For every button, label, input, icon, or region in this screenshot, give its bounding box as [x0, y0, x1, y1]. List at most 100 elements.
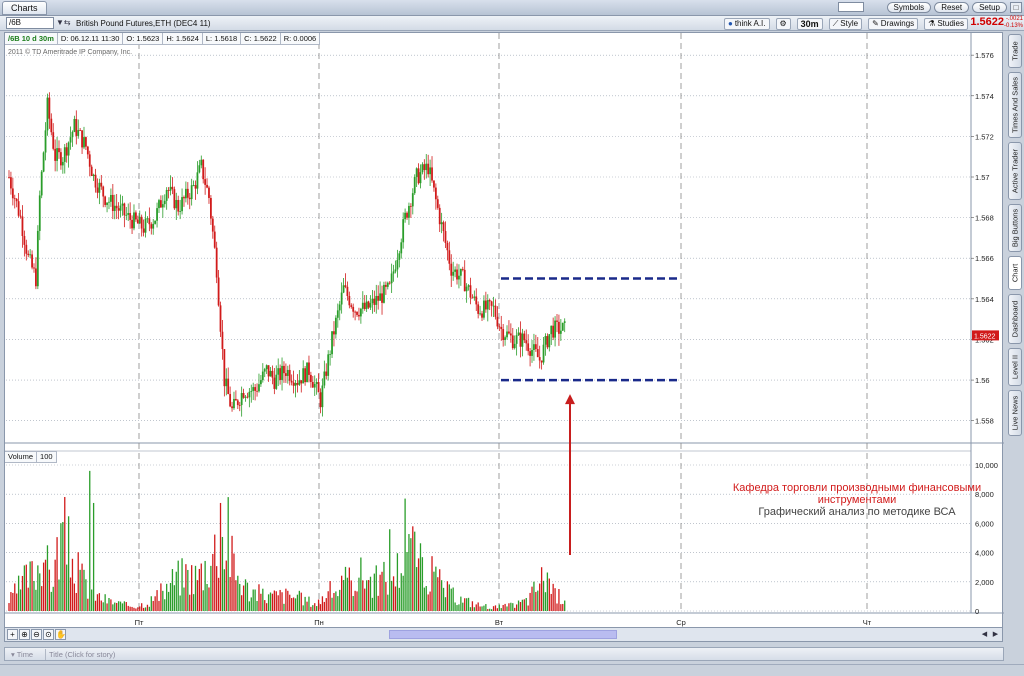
- candle-body: [229, 394, 232, 407]
- gear-icon: ⚙: [779, 19, 787, 28]
- candle-body: [456, 269, 458, 280]
- color-swatch[interactable]: [837, 2, 864, 12]
- day-label: Чт: [863, 618, 872, 627]
- sidebar-tab-times-and-sales[interactable]: Times And Sales: [1008, 72, 1022, 138]
- candle-body: [58, 148, 60, 153]
- candle-body: [563, 321, 566, 323]
- candle-body: [223, 349, 226, 387]
- candle-body: [342, 285, 345, 293]
- candle-body: [440, 222, 443, 225]
- candle-body: [534, 344, 537, 350]
- candle-body: [404, 212, 407, 220]
- candle-body: [548, 334, 551, 348]
- candle-body: [473, 296, 476, 298]
- sidebar-tab-big-buttons[interactable]: Big Buttons: [1008, 204, 1022, 252]
- sidebar-tab-chart[interactable]: Chart: [1008, 256, 1022, 290]
- sidebar-tab-live-news[interactable]: Live News: [1008, 390, 1022, 436]
- candle-body: [434, 187, 437, 200]
- candle-body: [519, 332, 522, 347]
- candle-body: [121, 203, 124, 206]
- charts-tab[interactable]: Charts: [2, 1, 47, 15]
- candle-body: [269, 370, 272, 377]
- candle-body: [306, 362, 308, 383]
- candle-body: [506, 331, 508, 338]
- volume-header: Volume 100: [5, 451, 57, 463]
- current-price-marker-label: 1.5622: [974, 333, 996, 340]
- candle-body: [352, 306, 355, 312]
- time-scrollbar-thumb[interactable]: [389, 630, 617, 639]
- candle-body: [106, 202, 108, 205]
- symbols-button[interactable]: Symbols: [886, 2, 932, 13]
- candle-body: [508, 331, 510, 334]
- candle-body: [338, 304, 341, 311]
- sidebar-tab-level-ii[interactable]: Level II: [1008, 348, 1022, 386]
- candle-body: [259, 380, 262, 385]
- chart-area[interactable]: 1.5761.5741.5721.571.5681.5661.5641.5621…: [4, 32, 1004, 629]
- aggregation-button[interactable]: 30m: [796, 17, 823, 30]
- candle-body: [104, 196, 107, 205]
- candle-body: [408, 205, 410, 218]
- news-story-header[interactable]: Title (Click for story): [49, 650, 115, 659]
- drawings-button[interactable]: ✎ Drawings: [868, 17, 919, 30]
- candle-body: [279, 368, 282, 380]
- zoom-out-icon[interactable]: ⊖: [31, 629, 42, 640]
- candle-body: [436, 199, 439, 208]
- think-ai-button[interactable]: ● think A.I.: [723, 17, 770, 30]
- candle-body: [283, 365, 285, 374]
- volume-tick-label: 6,000: [975, 519, 994, 528]
- sidebar-tab-active-trader[interactable]: Active Trader: [1008, 142, 1022, 200]
- candle-body: [504, 337, 506, 340]
- candle-body: [133, 212, 135, 229]
- candle-body: [246, 396, 249, 398]
- candle-body: [546, 336, 549, 348]
- zoom-in-icon[interactable]: ⊕: [19, 629, 30, 640]
- candle-body: [517, 332, 520, 336]
- annotation-line-3: Графический анализ по методике ВСА: [758, 506, 956, 518]
- news-time-header[interactable]: ▾ Time: [11, 650, 33, 659]
- candle-body: [294, 382, 297, 386]
- price-tick-label: 1.56: [975, 376, 990, 385]
- style-button[interactable]: ⟋ Style: [828, 17, 863, 30]
- pan-hand-icon[interactable]: ✋: [55, 629, 66, 640]
- maximize-icon[interactable]: □: [1010, 2, 1022, 13]
- candle-body: [129, 213, 132, 220]
- candle-body: [377, 295, 380, 301]
- candle-body: [50, 118, 53, 133]
- candle-body: [396, 259, 399, 270]
- candle-body: [75, 118, 78, 136]
- candle-body: [44, 130, 47, 153]
- candle-body: [452, 271, 455, 276]
- candle-body: [261, 371, 264, 381]
- sidebar-tab-dashboard[interactable]: Dashboard: [1008, 294, 1022, 344]
- symbol-input[interactable]: /6B: [6, 17, 54, 29]
- zoom-reset-icon[interactable]: ⊙: [43, 629, 54, 640]
- studies-button[interactable]: ⚗ Studies: [924, 17, 968, 30]
- crosshair-icon[interactable]: +: [7, 629, 18, 640]
- right-sidebar: Trade Times And Sales Active Trader Big But…: [1006, 32, 1024, 652]
- candle-body: [152, 223, 155, 229]
- scroll-left-icon[interactable]: ◀: [980, 630, 989, 639]
- reset-button[interactable]: Reset: [934, 2, 970, 13]
- candle-body: [369, 303, 372, 308]
- candle-body: [138, 216, 141, 224]
- symbol-dropdown-icon[interactable]: ▼⇆: [56, 18, 74, 29]
- candle-body: [479, 313, 481, 315]
- candle-body: [273, 377, 276, 389]
- percent-change: -0.13%: [1003, 23, 1023, 29]
- candle-body: [311, 381, 314, 388]
- volume-period: 100: [37, 451, 57, 463]
- candle-body: [402, 219, 405, 243]
- scroll-right-icon[interactable]: ▶: [991, 630, 1000, 639]
- settings-button[interactable]: ⚙: [775, 17, 791, 30]
- day-label: Пт: [135, 618, 144, 627]
- candle-body: [398, 253, 401, 260]
- candle-body: [348, 296, 351, 306]
- symbol-period: /6B 10 d 30m: [5, 33, 58, 45]
- candle-body: [31, 254, 33, 268]
- candle-body: [17, 201, 20, 216]
- sidebar-tab-trade[interactable]: Trade: [1008, 34, 1022, 68]
- candle-body: [284, 373, 287, 376]
- chart-canvas[interactable]: 1.5761.5741.5721.571.5681.5661.5641.5621…: [5, 33, 1004, 629]
- setup-button[interactable]: Setup: [972, 2, 1007, 13]
- candle-body: [454, 269, 456, 272]
